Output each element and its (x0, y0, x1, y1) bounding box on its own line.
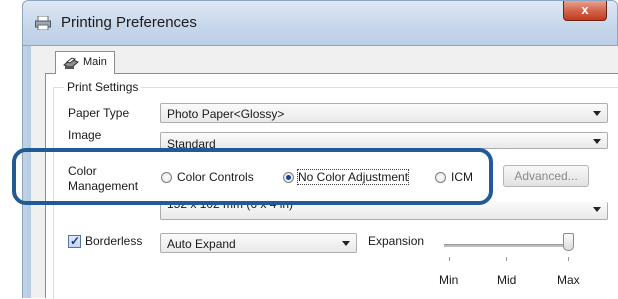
paper-type-label: Paper Type (68, 106, 130, 120)
borderless-mode-value: Auto Expand (167, 237, 236, 251)
slider-tick-max (568, 257, 569, 261)
close-button[interactable]: x (563, 1, 607, 21)
slider-tick-mid (506, 257, 507, 261)
expansion-mid-label: Mid (497, 273, 517, 287)
tab-main-label: Main (83, 56, 107, 68)
expansion-max-label: Max (557, 273, 580, 287)
chevron-down-icon (593, 111, 601, 116)
advanced-button[interactable]: Advanced... (503, 165, 589, 187)
image-quality-label: Image (68, 128, 102, 142)
expansion-slider-track[interactable] (444, 244, 572, 247)
expansion-min-label: Min (439, 273, 459, 287)
window-title: Printing Preferences (61, 14, 197, 31)
expansion-slider-thumb[interactable] (563, 233, 574, 251)
slider-tick-min (449, 257, 450, 261)
borderless-label[interactable]: Borderless (85, 234, 142, 248)
chevron-down-icon (593, 207, 601, 212)
checkmark-icon: ✓ (70, 234, 81, 248)
title-bar[interactable]: Printing Preferences x (22, 0, 618, 46)
printer-icon (35, 16, 51, 30)
borderless-mode-dropdown[interactable]: Auto Expand (160, 233, 357, 253)
chevron-down-icon (593, 139, 601, 144)
print-settings-legend: Print Settings (64, 80, 142, 94)
paper-type-dropdown[interactable]: Photo Paper<Glossy> (160, 103, 608, 123)
expansion-label: Expansion (368, 234, 425, 248)
color-management-highlight (12, 148, 493, 205)
printer-tab-icon (63, 57, 79, 69)
paper-type-value: Photo Paper<Glossy> (167, 107, 285, 121)
tab-main[interactable]: Main (55, 51, 115, 74)
image-quality-dropdown[interactable]: Standard (160, 132, 608, 149)
borderless-checkbox[interactable]: ✓ (68, 234, 81, 248)
chevron-down-icon (342, 241, 350, 246)
